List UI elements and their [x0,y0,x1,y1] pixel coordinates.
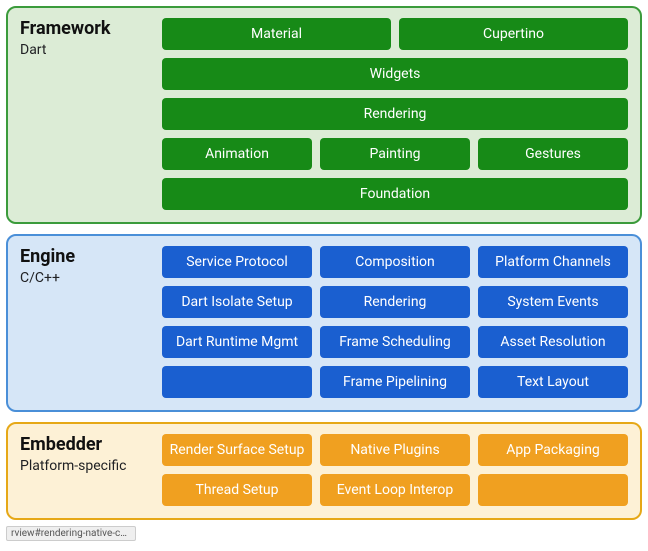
block-thread-setup: Thread Setup [162,474,312,506]
block-rendering-fw: Rendering [162,98,628,130]
layer-framework-body: Material Cupertino Widgets Rendering Ani… [162,18,628,210]
block-system-events: System Events [478,286,628,318]
block-render-surface-setup: Render Surface Setup [162,434,312,466]
layer-framework-header: Framework Dart [20,18,152,210]
status-bar-link-preview: rview#rendering-native-controls-i… [6,526,136,541]
layer-engine-subtitle: C/C++ [20,270,152,286]
block-cupertino: Cupertino [399,18,628,50]
block-text-layout: Text Layout [478,366,628,398]
layer-embedder-header: Embedder Platform-specific [20,434,152,506]
block-dart-isolate-setup: Dart Isolate Setup [162,286,312,318]
block-foundation: Foundation [162,178,628,210]
block-frame-pipelining: Frame Pipelining [320,366,470,398]
layer-engine-body: Service Protocol Composition Platform Ch… [162,246,628,398]
block-material: Material [162,18,391,50]
block-animation: Animation [162,138,312,170]
layer-framework: Framework Dart Material Cupertino Widget… [6,6,642,224]
block-platform-channels: Platform Channels [478,246,628,278]
layer-embedder-subtitle: Platform-specific [20,458,152,474]
layer-framework-subtitle: Dart [20,42,152,58]
block-event-loop-interop: Event Loop Interop [320,474,470,506]
block-gestures: Gestures [478,138,628,170]
block-empty [162,366,312,398]
layer-engine: Engine C/C++ Service Protocol Compositio… [6,234,642,412]
block-rendering-eng: Rendering [320,286,470,318]
layer-engine-title: Engine [20,246,152,268]
layer-embedder-body: Render Surface Setup Native Plugins App … [162,434,628,506]
block-service-protocol: Service Protocol [162,246,312,278]
layer-framework-title: Framework [20,18,152,40]
block-native-plugins: Native Plugins [320,434,470,466]
block-painting: Painting [320,138,470,170]
layer-engine-header: Engine C/C++ [20,246,152,398]
layer-embedder-title: Embedder [20,434,152,456]
block-empty [478,474,628,506]
block-widgets: Widgets [162,58,628,90]
layer-embedder: Embedder Platform-specific Render Surfac… [6,422,642,520]
block-asset-resolution: Asset Resolution [478,326,628,358]
block-composition: Composition [320,246,470,278]
block-app-packaging: App Packaging [478,434,628,466]
block-dart-runtime-mgmt: Dart Runtime Mgmt [162,326,312,358]
block-frame-scheduling: Frame Scheduling [320,326,470,358]
